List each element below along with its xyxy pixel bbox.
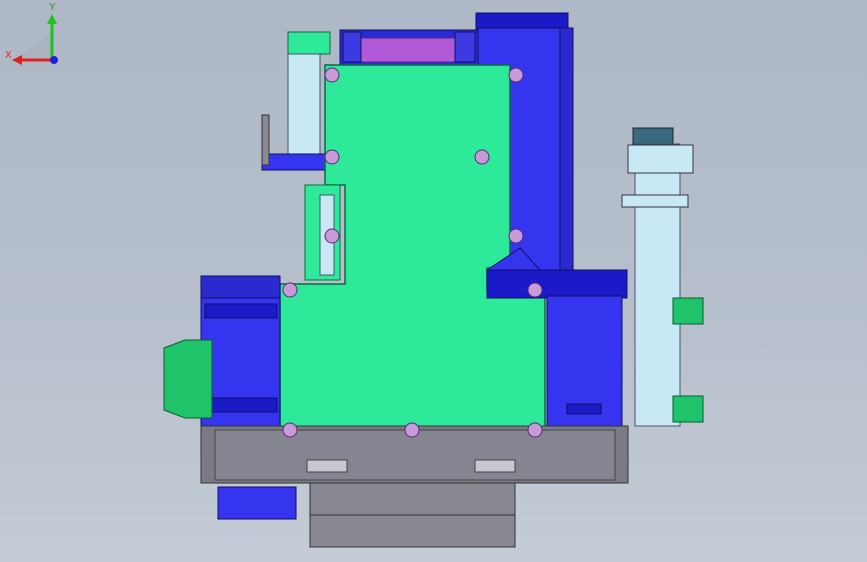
magenta-clamp — [359, 37, 456, 63]
bolt-head — [324, 149, 340, 165]
bolt-head — [324, 67, 340, 83]
blue-mid-bar — [486, 269, 628, 299]
right-lower-slot — [566, 403, 602, 415]
bolt-head — [527, 282, 543, 298]
base-slot-right — [474, 459, 516, 473]
left-lower-top — [200, 275, 281, 299]
left-green-end-cap — [163, 339, 213, 419]
bolt-head — [282, 282, 298, 298]
right-green-knob-top — [672, 297, 704, 325]
base-slot-left — [306, 459, 348, 473]
coordinate-triad: X Y — [5, 2, 58, 65]
cad-viewport[interactable]: X Y — [0, 0, 867, 562]
upper-left-blue-base — [261, 153, 329, 171]
clamp-bolt-left — [342, 31, 362, 63]
right-arm — [634, 143, 681, 427]
bolt-head — [527, 422, 543, 438]
bolt-head — [324, 228, 340, 244]
z-axis-icon — [50, 56, 58, 64]
gray-base-inner — [214, 429, 616, 481]
right-green-knob-bottom — [672, 395, 704, 423]
right-arm-clamp — [627, 144, 694, 174]
upper-left-handle — [261, 114, 270, 166]
upper-left-slide — [287, 53, 321, 157]
bolt-head — [508, 228, 524, 244]
left-bolt-lower — [204, 397, 278, 413]
bottom-blue-tag — [217, 486, 297, 520]
bolt-head — [474, 149, 490, 165]
bolt-head — [404, 422, 420, 438]
bolt-head — [282, 422, 298, 438]
x-axis-arrow-icon — [12, 55, 22, 65]
x-axis-label: X — [5, 50, 12, 61]
right-arm-band — [621, 194, 689, 208]
right-blue-column-shade — [559, 27, 574, 275]
upper-left-green-cap — [287, 31, 331, 55]
right-arm-cap — [632, 127, 674, 145]
left-bolt-upper — [204, 303, 278, 319]
y-axis-label: Y — [49, 2, 56, 13]
clamp-bolt-right — [454, 31, 476, 63]
y-axis-arrow-icon — [47, 14, 57, 24]
bolt-head — [508, 67, 524, 83]
cad-model-drawing[interactable] — [0, 0, 867, 562]
